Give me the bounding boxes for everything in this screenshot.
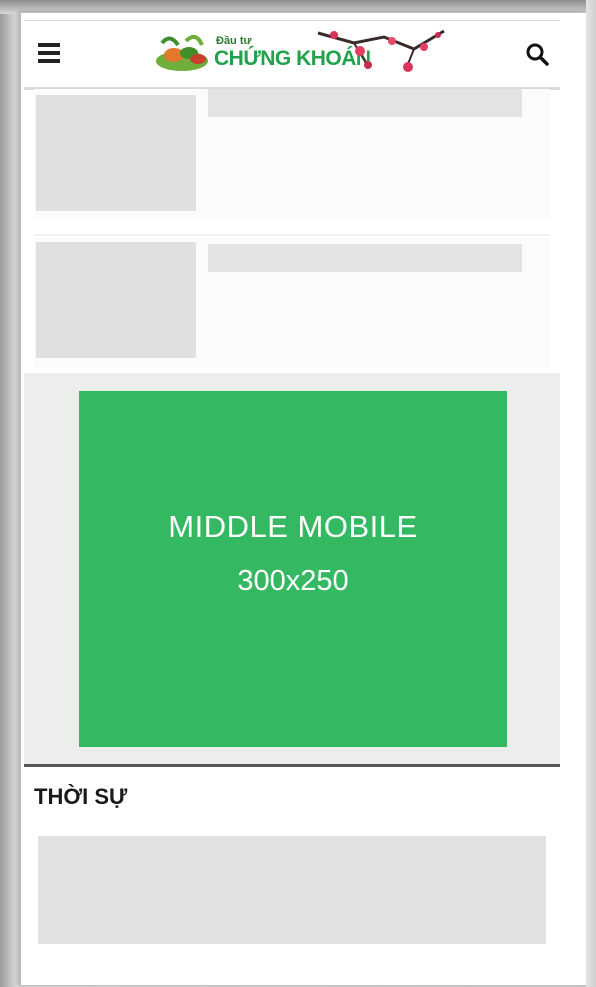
screen-edge	[586, 0, 596, 987]
ad-size: 300x250	[237, 565, 349, 597]
search-icon[interactable]	[524, 41, 550, 67]
article-thumbnail[interactable]	[36, 242, 196, 358]
article-title-placeholder[interactable]	[208, 244, 522, 272]
blossom-branch-icon	[317, 29, 445, 72]
article-item[interactable]	[34, 89, 550, 219]
article-title-placeholder[interactable]	[208, 89, 522, 117]
ad-container: MIDDLE MOBILE 300x250	[24, 373, 560, 765]
vegetable-basket-icon	[156, 34, 208, 71]
middle-mobile-ad[interactable]: MIDDLE MOBILE 300x250	[79, 391, 507, 747]
ad-label: MIDDLE MOBILE	[168, 509, 418, 544]
article-item[interactable]	[34, 238, 550, 368]
section-article-placeholder[interactable]	[38, 836, 546, 944]
article-thumbnail[interactable]	[36, 95, 196, 211]
section-divider	[24, 764, 560, 767]
site-header: Đầu tư CHỨNG KHOÁN	[24, 20, 560, 90]
divider	[34, 234, 550, 236]
site-logo[interactable]: Đầu tư CHỨNG KHOÁN	[144, 23, 454, 83]
hamburger-menu-icon[interactable]	[38, 43, 60, 63]
section-title[interactable]: THỜI SỰ	[34, 784, 127, 810]
logo-small-text: Đầu tư	[216, 35, 252, 47]
